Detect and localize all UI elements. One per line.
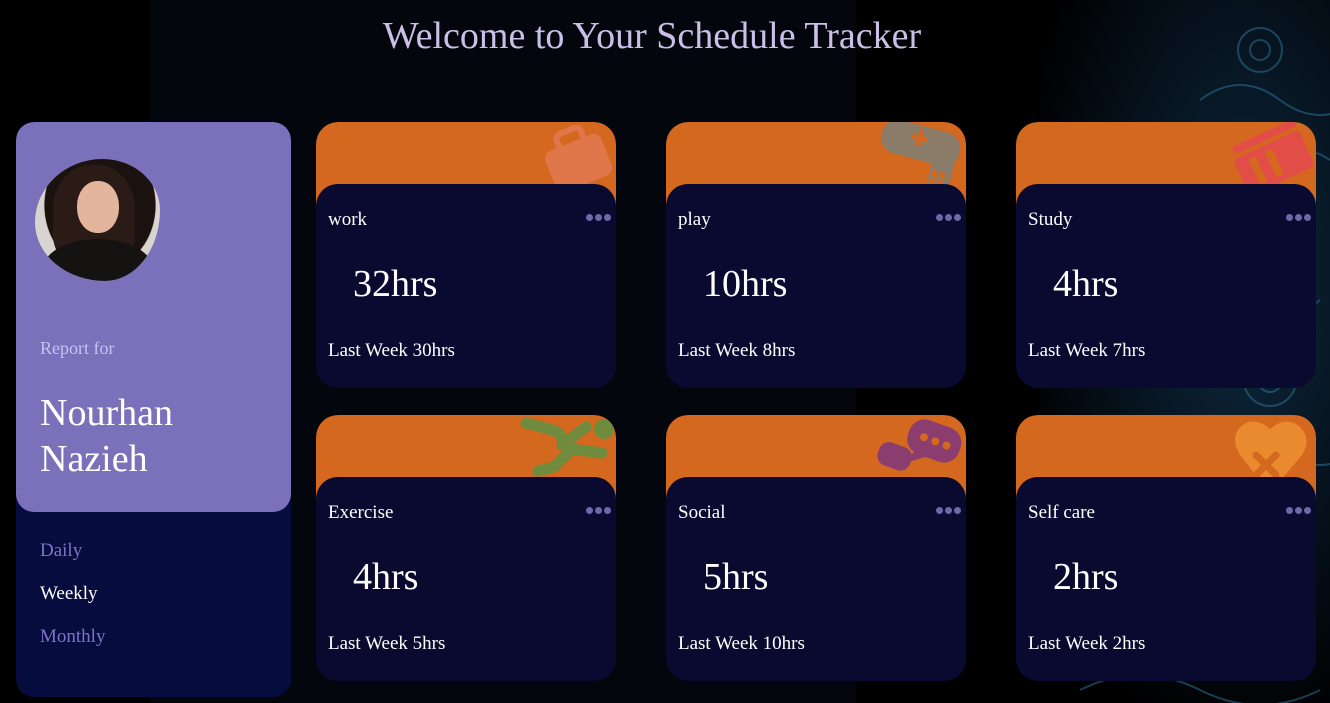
card-body[interactable]: play 10hrs Last Week 8hrs: [666, 184, 966, 388]
activity-card-study: Study 4hrs Last Week 7hrs: [1016, 122, 1316, 388]
activity-card-exercise: Exercise 4hrs Last Week 5hrs: [316, 415, 616, 681]
profile-header: Report for Nourhan Nazieh: [16, 122, 291, 512]
more-options-icon[interactable]: [1286, 208, 1316, 221]
more-options-icon[interactable]: [586, 501, 616, 514]
period-weekly[interactable]: Weekly: [40, 583, 98, 605]
card-body[interactable]: Study 4hrs Last Week 7hrs: [1016, 184, 1316, 388]
card-current-hours: 5hrs: [703, 556, 769, 598]
more-options-icon[interactable]: [1286, 501, 1316, 514]
card-current-hours: 2hrs: [1053, 556, 1119, 598]
more-options-icon[interactable]: [936, 208, 966, 221]
card-title: play: [678, 209, 711, 230]
card-body[interactable]: Social 5hrs Last Week 10hrs: [666, 477, 966, 681]
card-title: Self care: [1028, 502, 1095, 523]
card-current-hours: 4hrs: [353, 556, 419, 598]
card-title: work: [328, 209, 368, 230]
more-options-icon[interactable]: [586, 208, 616, 221]
card-current-hours: 32hrs: [353, 263, 438, 305]
card-last-week: Last Week 30hrs: [328, 340, 455, 361]
activity-card-work: work 32hrs Last Week 30hrs: [316, 122, 616, 388]
activity-card-play: play 10hrs Last Week 8hrs: [666, 122, 966, 388]
page-title: Welcome to Your Schedule Tracker: [382, 15, 922, 57]
profile-panel: Report for Nourhan Nazieh Daily Weekly M…: [16, 122, 291, 697]
user-name: Nourhan Nazieh: [40, 392, 173, 480]
card-last-week: Last Week 2hrs: [1028, 633, 1146, 654]
activity-card-social: Social 5hrs Last Week 10hrs: [666, 415, 966, 681]
card-body[interactable]: work 32hrs Last Week 30hrs: [316, 184, 616, 388]
report-for-label: Report for: [40, 338, 115, 358]
card-title: Exercise: [328, 502, 394, 523]
more-options-icon[interactable]: [936, 501, 966, 514]
card-last-week: Last Week 5hrs: [328, 633, 446, 654]
activity-card-self-care: Self care 2hrs Last Week 2hrs: [1016, 415, 1316, 681]
card-current-hours: 4hrs: [1053, 263, 1119, 305]
card-title: Study: [1028, 209, 1073, 230]
card-last-week: Last Week 10hrs: [678, 633, 805, 654]
card-title: Social: [678, 502, 726, 523]
avatar: [35, 159, 160, 281]
card-last-week: Last Week 7hrs: [1028, 340, 1146, 361]
period-daily[interactable]: Daily: [40, 540, 82, 562]
period-monthly[interactable]: Monthly: [40, 626, 105, 648]
card-body[interactable]: Self care 2hrs Last Week 2hrs: [1016, 477, 1316, 681]
card-last-week: Last Week 8hrs: [678, 340, 796, 361]
card-current-hours: 10hrs: [703, 263, 788, 305]
card-body[interactable]: Exercise 4hrs Last Week 5hrs: [316, 477, 616, 681]
